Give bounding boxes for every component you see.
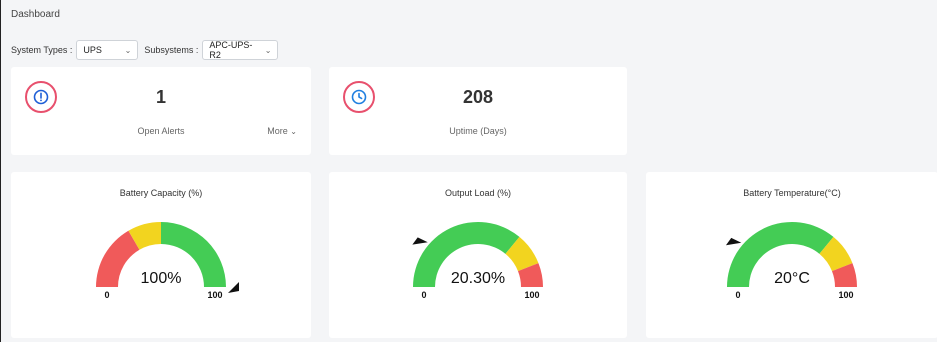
gauge-max-label: 100 xyxy=(838,290,853,300)
more-label: More xyxy=(267,126,288,136)
gauge-max-label: 100 xyxy=(207,290,222,300)
open-alerts-count: 1 xyxy=(155,87,166,107)
gauge-min-label: 0 xyxy=(104,290,109,300)
uptime-value: 208 xyxy=(462,87,494,107)
gauge-min-label: 0 xyxy=(421,290,426,300)
battery-temperature-card: Battery Temperature(°C) 20°C 0 100 xyxy=(646,172,937,338)
output-load-card: Output Load (%) 20.30% 0 100 xyxy=(329,172,627,338)
system-types-label: System Types : xyxy=(11,45,73,55)
chevron-down-icon: ⌄ xyxy=(124,45,132,55)
gauge-max-label: 100 xyxy=(524,290,539,300)
gauge-value: 100% xyxy=(141,270,182,287)
chevron-down-icon: ⌄ xyxy=(290,127,297,136)
gauge-value: 20°C xyxy=(774,270,810,287)
chevron-down-icon: ⌄ xyxy=(264,45,272,55)
open-alerts-label: Open Alerts xyxy=(137,126,185,136)
filter-bar: System Types : UPS ⌄ Subsystems : APC-UP… xyxy=(11,40,279,60)
battery-capacity-card: Battery Capacity (%) 100% 0 100 xyxy=(11,172,311,338)
gauge-pointer xyxy=(725,237,742,246)
system-types-value: UPS xyxy=(83,45,102,55)
open-alerts-card: 1 Open Alerts More ⌄ xyxy=(11,67,311,155)
gauge-pointer xyxy=(228,282,239,293)
subsystems-select[interactable]: APC-UPS-R2 ⌄ xyxy=(202,40,279,60)
gauge-value: 20.30% xyxy=(451,270,505,287)
more-button[interactable]: More ⌄ xyxy=(267,126,297,136)
output-load-gauge: 20.30% 0 100 xyxy=(412,222,543,300)
gauge-band xyxy=(96,230,140,287)
subsystems-value: APC-UPS-R2 xyxy=(209,40,253,60)
gauge-min-label: 0 xyxy=(735,290,740,300)
battery-temperature-gauge: 20°C 0 100 xyxy=(725,222,857,300)
uptime-card: 208 Uptime (Days) xyxy=(329,67,627,155)
gauge-pointer xyxy=(412,237,428,245)
battery-capacity-gauge: 100% 0 100 xyxy=(96,222,239,300)
page-title: Dashboard xyxy=(11,9,60,20)
uptime-label: Uptime (Days) xyxy=(449,126,507,136)
subsystems-label: Subsystems : xyxy=(144,45,199,55)
system-types-select[interactable]: UPS ⌄ xyxy=(76,40,139,60)
